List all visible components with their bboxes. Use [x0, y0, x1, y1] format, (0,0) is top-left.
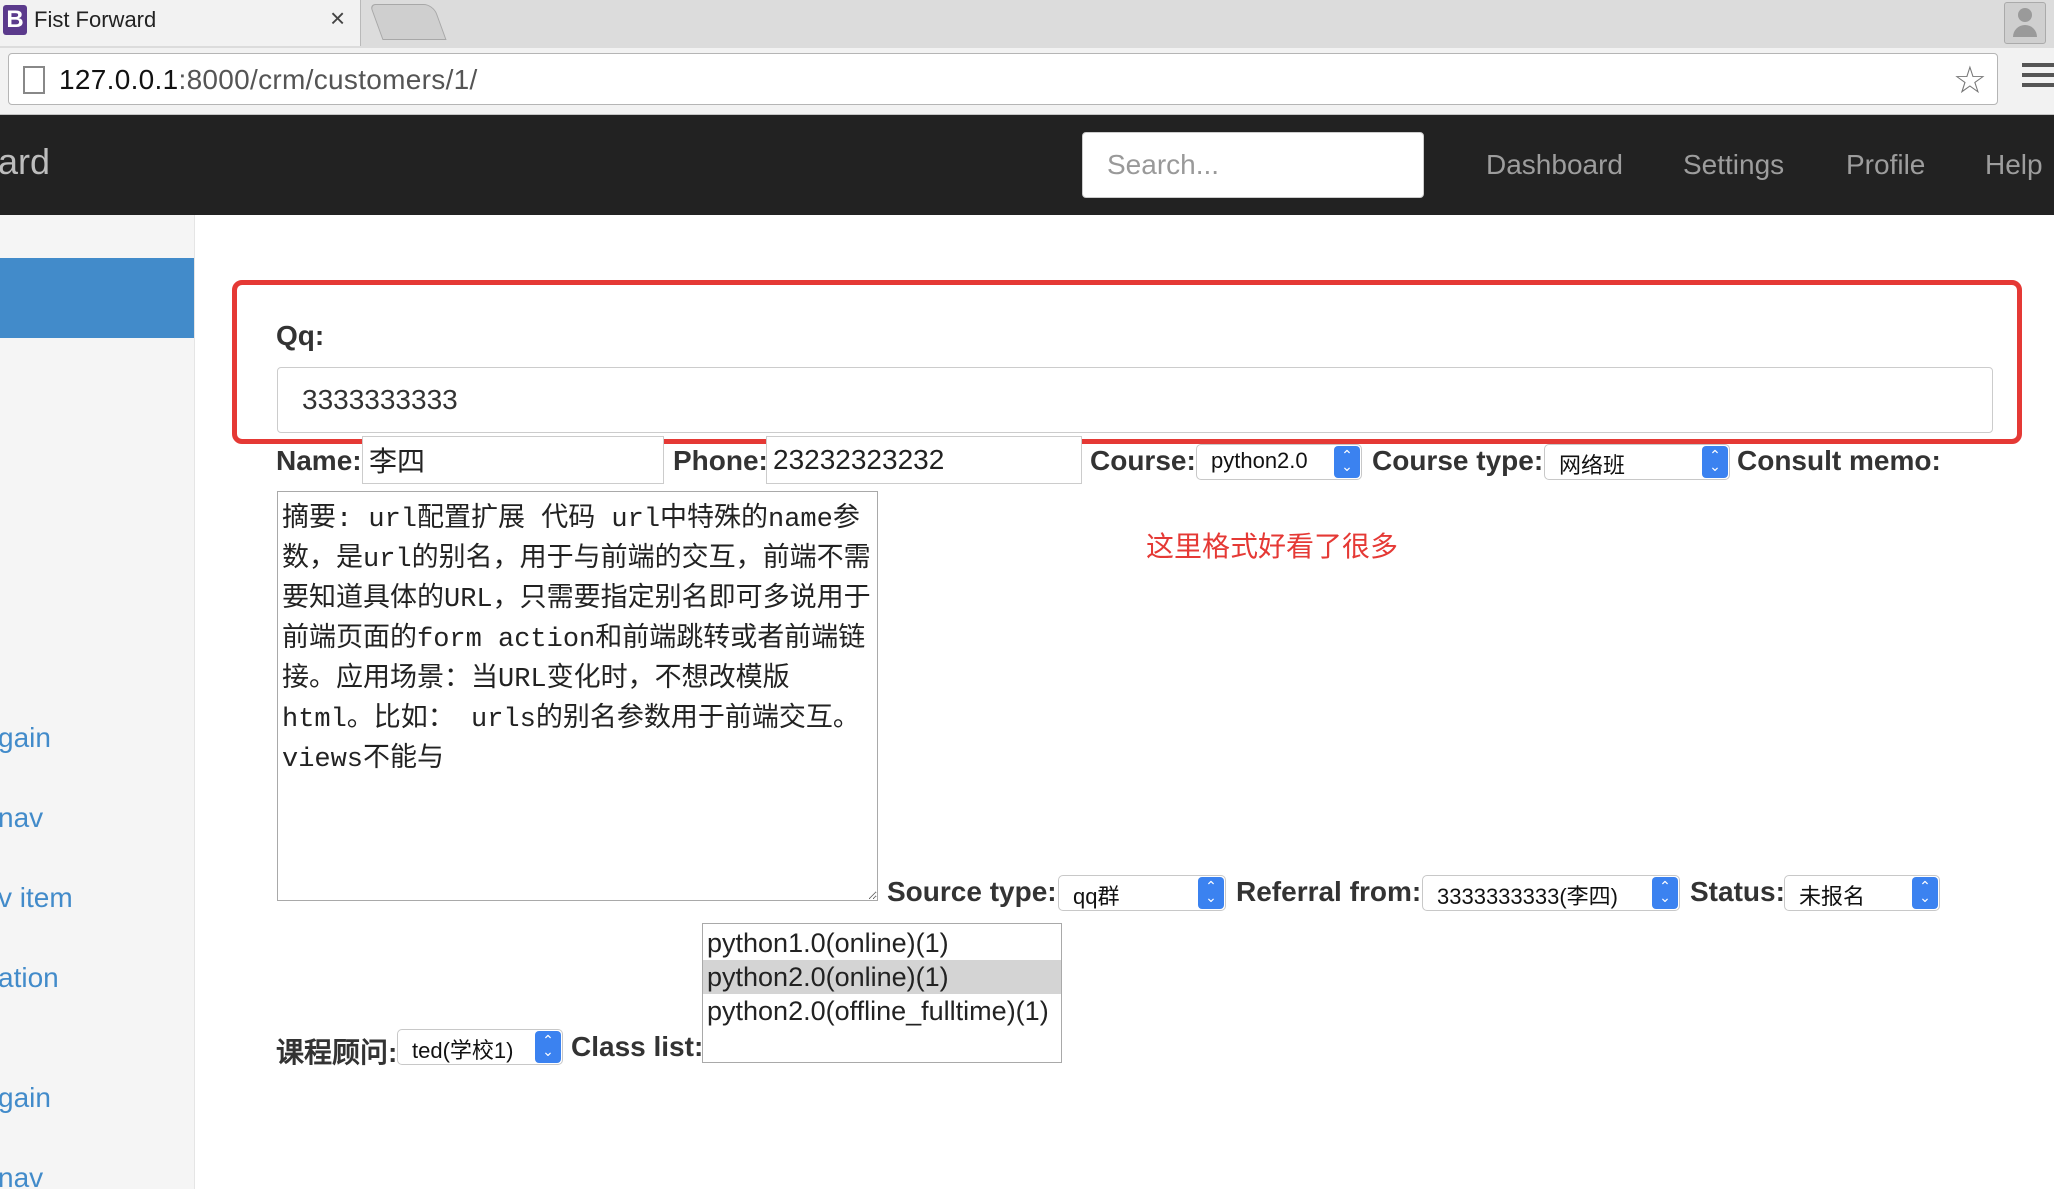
class-list-option-0[interactable]: python1.0(online)(1): [703, 926, 1061, 960]
sidebar-item-nav-2[interactable]: nav: [0, 1162, 43, 1194]
name-label: Name:: [276, 445, 362, 476]
course-select[interactable]: python2.0: [1196, 444, 1362, 480]
select-arrows-icon: [535, 1031, 561, 1063]
select-arrows-icon: [1652, 877, 1678, 909]
bootstrap-favicon-icon: B: [3, 5, 27, 35]
select-arrows-icon: [1198, 877, 1224, 909]
sidebar-item-active[interactable]: [0, 258, 194, 338]
browser-tabstrip: B Fist Forward ×: [0, 0, 2054, 48]
app-navbar: ard Dashboard Settings Profile Help: [0, 115, 2054, 215]
consult-memo-label: Consult memo:: [1737, 445, 1941, 476]
select-arrows-icon: [1334, 446, 1360, 478]
phone-label: Phone:: [673, 445, 768, 476]
sidebar-item-nav-item[interactable]: v item: [0, 882, 73, 914]
search-input[interactable]: [1082, 132, 1424, 198]
consult-memo-textarea[interactable]: 摘要: url配置扩展 代码 url中特殊的name参数，是url的别名，用于与…: [277, 491, 878, 901]
sidebar-item-gain-2[interactable]: gain: [0, 1082, 51, 1114]
class-list-option-1[interactable]: python2.0(online)(1): [703, 960, 1061, 994]
nav-link-profile[interactable]: Profile: [1846, 149, 1925, 181]
user-profile-icon[interactable]: [2004, 2, 2046, 44]
select-arrows-icon: [1702, 446, 1728, 478]
select-arrows-icon: [1912, 877, 1938, 909]
source-type-select-value: qq群: [1073, 884, 1120, 909]
annotation-note: 这里格式好看了很多: [1146, 531, 1399, 562]
course-select-value: python2.0: [1211, 448, 1308, 473]
source-type-select[interactable]: qq群: [1058, 875, 1226, 911]
address-bar[interactable]: 127.0.0.1:8000/crm/customers/1/ ☆: [8, 53, 1998, 105]
consultant-label: 课程顾问:: [276, 1037, 398, 1068]
consultant-select-value: ted(学校1): [412, 1038, 514, 1063]
course-type-label: Course type:: [1372, 445, 1544, 476]
bookmark-star-icon[interactable]: ☆: [1953, 58, 1987, 103]
page-icon: [23, 66, 45, 94]
nav-link-help[interactable]: Help: [1985, 149, 2043, 181]
new-tab-button[interactable]: [369, 4, 447, 40]
browser-tab[interactable]: B Fist Forward ×: [0, 0, 361, 46]
url-text[interactable]: 127.0.0.1:8000/crm/customers/1/: [59, 64, 478, 96]
phone-input[interactable]: [766, 436, 1082, 484]
close-icon[interactable]: ×: [330, 3, 345, 34]
sidebar: gain nav v item ation gain nav: [0, 215, 195, 1193]
class-list-label: Class list:: [571, 1031, 704, 1062]
url-path: :8000/crm/customers/1/: [178, 64, 478, 95]
browser-menu-icon[interactable]: [2022, 63, 2054, 93]
referral-from-label: Referral from:: [1236, 876, 1422, 907]
navbar-brand[interactable]: ard: [0, 141, 50, 183]
browser-toolbar: 127.0.0.1:8000/crm/customers/1/ ☆: [0, 48, 2054, 115]
sidebar-item-ation[interactable]: ation: [0, 962, 59, 994]
class-list-option-2[interactable]: python2.0(offline_fulltime)(1): [703, 994, 1061, 1028]
referral-from-select-value: 3333333333(李四): [1437, 884, 1619, 909]
status-select-value: 未报名: [1799, 884, 1866, 909]
course-label: Course:: [1090, 445, 1196, 476]
referral-from-select[interactable]: 3333333333(李四): [1422, 875, 1680, 911]
course-type-select[interactable]: 网络班: [1544, 444, 1730, 480]
nav-link-settings[interactable]: Settings: [1683, 149, 1784, 181]
status-select[interactable]: 未报名: [1784, 875, 1940, 911]
highlight-box: [232, 280, 2022, 444]
sidebar-item-gain[interactable]: gain: [0, 722, 51, 754]
class-list-select[interactable]: python1.0(online)(1) python2.0(online)(1…: [702, 923, 1062, 1063]
consultant-select[interactable]: ted(学校1): [397, 1029, 563, 1065]
nav-link-dashboard[interactable]: Dashboard: [1486, 149, 1623, 181]
name-input[interactable]: [362, 436, 664, 484]
course-type-select-value: 网络班: [1559, 453, 1626, 478]
status-label: Status:: [1690, 876, 1785, 907]
sidebar-item-nav[interactable]: nav: [0, 802, 43, 834]
tab-title: Fist Forward: [34, 7, 157, 32]
source-type-label: Source type:: [887, 876, 1057, 907]
url-host: 127.0.0.1: [59, 64, 179, 95]
